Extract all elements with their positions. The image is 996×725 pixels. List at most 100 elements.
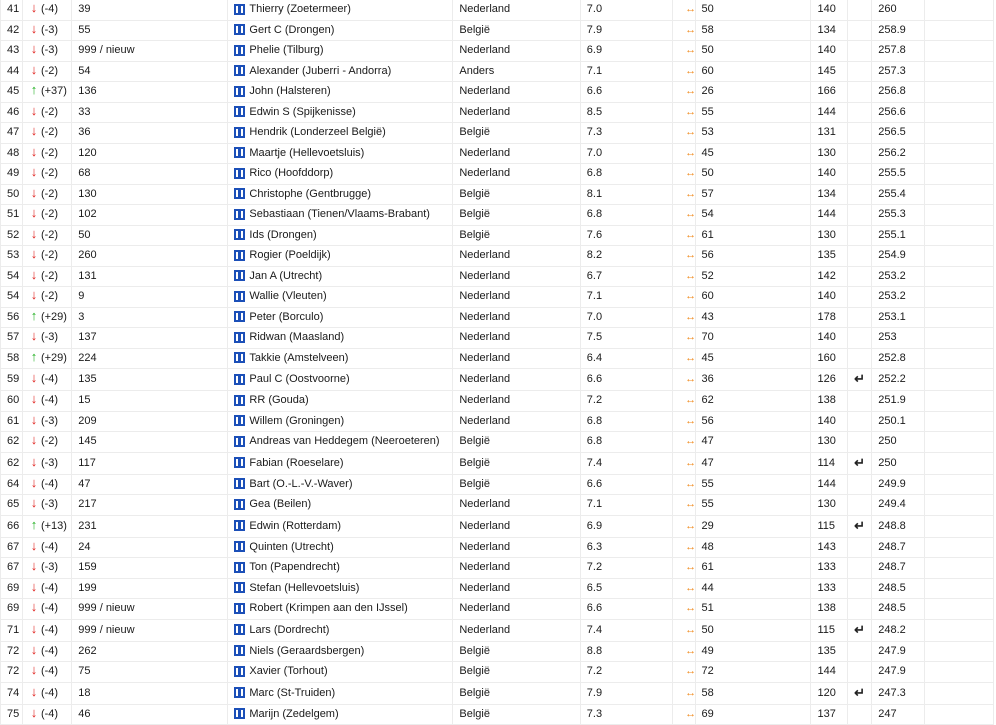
player-name[interactable]: Wallie (Vleuten): [249, 290, 326, 302]
player-cell[interactable]: Jan A (Utrecht): [228, 267, 453, 288]
player-cell[interactable]: Lars (Dordrecht): [228, 620, 453, 642]
player-icon[interactable]: [234, 395, 245, 406]
player-icon[interactable]: [234, 127, 245, 138]
player-name[interactable]: Xavier (Torhout): [249, 665, 327, 677]
player-icon[interactable]: [234, 311, 245, 322]
player-name[interactable]: Phelie (Tilburg): [249, 44, 323, 56]
player-name[interactable]: Fabian (Roeselare): [249, 457, 343, 469]
player-icon[interactable]: [234, 86, 245, 97]
player-name[interactable]: Edwin (Rotterdam): [249, 520, 341, 532]
player-name[interactable]: Edwin S (Spijkenisse): [249, 106, 355, 118]
player-name[interactable]: Bart (O.-L.-V.-Waver): [249, 478, 352, 490]
player-cell[interactable]: Niels (Geraardsbergen): [228, 642, 453, 663]
player-name[interactable]: Niels (Geraardsbergen): [249, 645, 364, 657]
player-icon[interactable]: [234, 250, 245, 261]
player-cell[interactable]: Marijn (Zedelgem): [228, 705, 453, 725]
player-cell[interactable]: Willem (Groningen): [228, 412, 453, 433]
player-cell[interactable]: Maartje (Hellevoetsluis): [228, 144, 453, 165]
player-cell[interactable]: Paul C (Oostvoorne): [228, 369, 453, 391]
player-cell[interactable]: Ton (Papendrecht): [228, 558, 453, 579]
player-cell[interactable]: Marc (St-Truiden): [228, 683, 453, 705]
player-name[interactable]: Marc (St-Truiden): [249, 687, 335, 699]
player-name[interactable]: Marijn (Zedelgem): [249, 708, 338, 720]
player-icon[interactable]: [234, 352, 245, 363]
player-icon[interactable]: [234, 687, 245, 698]
player-icon[interactable]: [234, 24, 245, 35]
player-icon[interactable]: [234, 562, 245, 573]
player-name[interactable]: RR (Gouda): [249, 394, 308, 406]
player-icon[interactable]: [234, 541, 245, 552]
player-cell[interactable]: Thierry (Zoetermeer): [228, 0, 453, 21]
player-icon[interactable]: [234, 209, 245, 220]
player-name[interactable]: Willem (Groningen): [249, 415, 344, 427]
player-icon[interactable]: [234, 499, 245, 510]
player-cell[interactable]: Wallie (Vleuten): [228, 287, 453, 308]
player-name[interactable]: Ridwan (Maasland): [249, 331, 344, 343]
player-name[interactable]: Jan A (Utrecht): [249, 270, 322, 282]
player-name[interactable]: Hendrik (Londerzeel België): [249, 126, 385, 138]
player-cell[interactable]: Stefan (Hellevoetsluis): [228, 579, 453, 600]
player-cell[interactable]: Alexander (Juberri - Andorra): [228, 62, 453, 83]
player-icon[interactable]: [234, 106, 245, 117]
player-icon[interactable]: [234, 603, 245, 614]
player-icon[interactable]: [234, 624, 245, 635]
player-name[interactable]: Stefan (Hellevoetsluis): [249, 582, 359, 594]
player-name[interactable]: Gea (Beilen): [249, 498, 311, 510]
player-icon[interactable]: [234, 291, 245, 302]
player-cell[interactable]: Xavier (Torhout): [228, 662, 453, 683]
player-cell[interactable]: Gert C (Drongen): [228, 21, 453, 42]
player-cell[interactable]: Gea (Beilen): [228, 495, 453, 516]
player-name[interactable]: Paul C (Oostvoorne): [249, 373, 349, 385]
player-icon[interactable]: [234, 270, 245, 281]
player-name[interactable]: Lars (Dordrecht): [249, 624, 329, 636]
player-name[interactable]: Rogier (Poeldijk): [249, 249, 330, 261]
player-cell[interactable]: Ids (Drongen): [228, 226, 453, 247]
player-icon[interactable]: [234, 4, 245, 15]
player-cell[interactable]: RR (Gouda): [228, 391, 453, 412]
player-icon[interactable]: [234, 478, 245, 489]
player-cell[interactable]: John (Halsteren): [228, 82, 453, 103]
player-name[interactable]: Ton (Papendrecht): [249, 561, 340, 573]
player-name[interactable]: John (Halsteren): [249, 85, 330, 97]
player-cell[interactable]: Bart (O.-L.-V.-Waver): [228, 475, 453, 496]
player-cell[interactable]: Robert (Krimpen aan den IJssel): [228, 599, 453, 620]
player-icon[interactable]: [234, 374, 245, 385]
player-cell[interactable]: Hendrik (Londerzeel België): [228, 123, 453, 144]
player-cell[interactable]: Ridwan (Maasland): [228, 328, 453, 349]
player-icon[interactable]: [234, 457, 245, 468]
player-icon[interactable]: [234, 415, 245, 426]
player-icon[interactable]: [234, 65, 245, 76]
player-cell[interactable]: Christophe (Gentbrugge): [228, 185, 453, 206]
player-cell[interactable]: Edwin S (Spijkenisse): [228, 103, 453, 124]
player-cell[interactable]: Andreas van Heddegem (Neeroeteren): [228, 432, 453, 453]
player-icon[interactable]: [234, 168, 245, 179]
player-name[interactable]: Takkie (Amstelveen): [249, 352, 348, 364]
player-icon[interactable]: [234, 188, 245, 199]
player-icon[interactable]: [234, 436, 245, 447]
player-name[interactable]: Christophe (Gentbrugge): [249, 188, 371, 200]
player-cell[interactable]: Sebastiaan (Tienen/Vlaams-Brabant): [228, 205, 453, 226]
player-icon[interactable]: [234, 708, 245, 719]
player-cell[interactable]: Quinten (Utrecht): [228, 538, 453, 559]
player-icon[interactable]: [234, 229, 245, 240]
player-cell[interactable]: Edwin (Rotterdam): [228, 516, 453, 538]
player-name[interactable]: Sebastiaan (Tienen/Vlaams-Brabant): [249, 208, 430, 220]
player-name[interactable]: Peter (Borculo): [249, 311, 323, 323]
player-icon[interactable]: [234, 582, 245, 593]
player-name[interactable]: Ids (Drongen): [249, 229, 316, 241]
player-cell[interactable]: Phelie (Tilburg): [228, 41, 453, 62]
player-name[interactable]: Maartje (Hellevoetsluis): [249, 147, 364, 159]
player-icon[interactable]: [234, 332, 245, 343]
player-cell[interactable]: Fabian (Roeselare): [228, 453, 453, 475]
player-cell[interactable]: Peter (Borculo): [228, 308, 453, 329]
player-name[interactable]: Robert (Krimpen aan den IJssel): [249, 602, 407, 614]
player-icon[interactable]: [234, 147, 245, 158]
player-cell[interactable]: Rico (Hoofddorp): [228, 164, 453, 185]
player-name[interactable]: Thierry (Zoetermeer): [249, 3, 350, 15]
player-name[interactable]: Andreas van Heddegem (Neeroeteren): [249, 435, 439, 447]
player-icon[interactable]: [234, 645, 245, 656]
player-cell[interactable]: Rogier (Poeldijk): [228, 246, 453, 267]
player-cell[interactable]: Takkie (Amstelveen): [228, 349, 453, 370]
player-icon[interactable]: [234, 666, 245, 677]
player-name[interactable]: Rico (Hoofddorp): [249, 167, 333, 179]
